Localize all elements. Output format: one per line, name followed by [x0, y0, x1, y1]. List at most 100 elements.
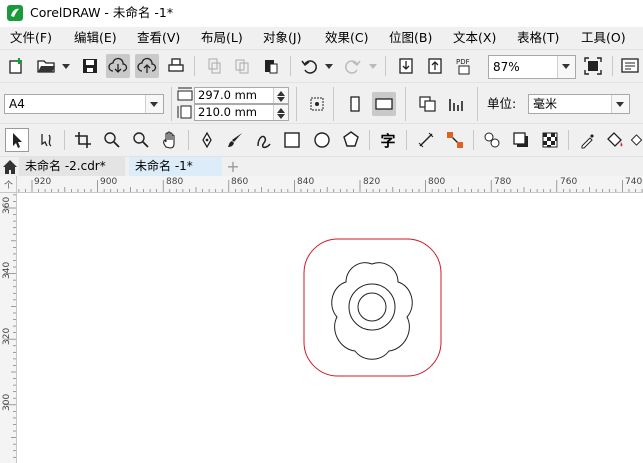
- separator: [568, 130, 569, 150]
- dimension-tool-icon[interactable]: [414, 128, 438, 152]
- tab-untitled-2[interactable]: 未命名 -2.cdr*: [19, 157, 125, 177]
- page-height-value: 210.0 mm: [198, 105, 257, 119]
- drawing-canvas[interactable]: [17, 193, 643, 463]
- all-pages-icon[interactable]: [416, 92, 440, 116]
- add-tab-icon[interactable]: +: [223, 158, 243, 176]
- transparency-tool-icon[interactable]: [538, 128, 562, 152]
- rounded-square-shape[interactable]: [303, 238, 442, 377]
- print-icon[interactable]: [164, 54, 188, 78]
- cloud-download-icon[interactable]: [106, 54, 130, 78]
- open-dropdown-icon[interactable]: [62, 64, 70, 69]
- open-folder-icon[interactable]: [34, 54, 58, 78]
- page-width-spinner[interactable]: [273, 88, 288, 103]
- page-width-field[interactable]: 297.0 mm: [194, 87, 289, 104]
- separator: [473, 130, 474, 150]
- menu-file[interactable]: 文件(F): [10, 29, 52, 47]
- shape-tool-icon[interactable]: [34, 128, 58, 152]
- pdf-export-icon[interactable]: PDF: [452, 54, 476, 78]
- text-tool-icon[interactable]: 字: [376, 128, 400, 152]
- freehand-tool-icon[interactable]: [252, 128, 276, 152]
- page-width-value: 297.0 mm: [198, 88, 257, 102]
- connector-tool-icon[interactable]: [443, 128, 467, 152]
- separator: [477, 87, 478, 121]
- pick-tool-icon[interactable]: [5, 128, 29, 152]
- menu-table[interactable]: 表格(T): [517, 29, 559, 47]
- menu-text[interactable]: 文本(X): [453, 29, 496, 47]
- polygon-tool-icon[interactable]: [339, 128, 363, 152]
- interactive-fill-tool-icon[interactable]: [603, 128, 627, 152]
- eyedropper-tool-icon[interactable]: [576, 128, 600, 152]
- menu-bitmaps[interactable]: 位图(B): [389, 29, 432, 47]
- menu-edit[interactable]: 编辑(E): [74, 29, 117, 47]
- separator: [385, 56, 386, 76]
- page-size-combo[interactable]: A4: [4, 94, 164, 114]
- blend-tool-icon[interactable]: [480, 128, 504, 152]
- units-label: 单位:: [487, 96, 517, 111]
- pan-tool-icon[interactable]: [158, 128, 182, 152]
- current-page-icon[interactable]: [445, 92, 469, 116]
- inner-ring-shape[interactable]: [357, 292, 387, 322]
- full-screen-icon[interactable]: [581, 54, 605, 78]
- zoom-dropdown-arrow[interactable]: [557, 56, 575, 78]
- ruler-label: 320: [2, 327, 12, 345]
- crop-tool-icon[interactable]: [71, 128, 95, 152]
- redo-dropdown-icon[interactable]: [369, 64, 377, 69]
- page-height-spinner[interactable]: [273, 105, 288, 120]
- tab-label: 未命名 -1*: [135, 159, 193, 173]
- ruler-label: 900: [100, 177, 118, 187]
- portrait-orientation-icon[interactable]: [343, 92, 367, 116]
- new-document-icon[interactable]: [4, 54, 28, 78]
- landscape-orientation-icon[interactable]: [372, 92, 396, 116]
- home-icon[interactable]: [1, 158, 19, 176]
- export-icon[interactable]: [423, 54, 447, 78]
- horizontal-ruler[interactable]: 920 900 880 860 840 820 800 780 760 740: [17, 176, 643, 193]
- ruler-label: 880: [166, 177, 184, 187]
- ruler-label: 340: [2, 261, 12, 279]
- import-icon[interactable]: [394, 54, 418, 78]
- property-bar: A4 297.0 mm 210.0 mm 单位: 毫米: [0, 82, 643, 124]
- cloud-upload-icon[interactable]: [135, 54, 159, 78]
- copy-icon[interactable]: [230, 54, 254, 78]
- page-size-dropdown-arrow[interactable]: [145, 95, 163, 113]
- menu-object[interactable]: 对象(J): [263, 29, 301, 47]
- redo-icon[interactable]: [341, 54, 365, 78]
- units-combo[interactable]: 毫米: [528, 94, 630, 114]
- menu-layout[interactable]: 布局(L): [201, 29, 243, 47]
- vertical-ruler[interactable]: 360 340 320 300: [0, 193, 17, 463]
- ruler-corner[interactable]: 个: [0, 176, 17, 193]
- window-title: CorelDRAW - 未命名 -1*: [30, 5, 174, 20]
- cut-icon[interactable]: [202, 54, 226, 78]
- zoom-tool-icon[interactable]: [100, 128, 124, 152]
- ruler-label: 780: [494, 177, 512, 187]
- tab-label: 未命名 -2.cdr*: [25, 159, 106, 173]
- tab-untitled-1[interactable]: 未命名 -1*: [129, 157, 222, 177]
- page-width-icon: [176, 86, 194, 102]
- menu-view[interactable]: 查看(V): [137, 29, 180, 47]
- menu-effects[interactable]: 效果(C): [325, 29, 368, 47]
- zoom-out-tool-icon[interactable]: [129, 128, 153, 152]
- artistic-media-tool-icon[interactable]: [223, 128, 247, 152]
- save-icon[interactable]: [78, 54, 102, 78]
- paste-icon[interactable]: [259, 54, 283, 78]
- transform-origin-icon[interactable]: [305, 92, 329, 116]
- flower-shape[interactable]: [331, 262, 413, 360]
- smart-fill-tool-icon[interactable]: [630, 128, 643, 152]
- application-launcher-icon[interactable]: [618, 54, 642, 78]
- units-dropdown-arrow[interactable]: [611, 95, 629, 113]
- menu-tools[interactable]: 工具(O): [581, 29, 626, 47]
- ellipse-tool-icon[interactable]: [310, 128, 334, 152]
- units-value: 毫米: [533, 97, 558, 111]
- undo-icon[interactable]: [297, 54, 321, 78]
- drop-shadow-tool-icon[interactable]: [509, 128, 533, 152]
- ruler-label: 360: [2, 196, 12, 214]
- outer-ring-shape[interactable]: [348, 283, 396, 331]
- rectangle-tool-icon[interactable]: [280, 128, 304, 152]
- pen-tool-icon[interactable]: [195, 128, 219, 152]
- page-height-field[interactable]: 210.0 mm: [194, 104, 289, 121]
- zoom-level-combo[interactable]: 87%: [488, 55, 576, 79]
- separator: [333, 87, 334, 121]
- page-height-icon: [176, 104, 194, 120]
- drawing-canvas-svg: [303, 238, 442, 377]
- ruler-label: 920: [34, 177, 52, 187]
- undo-dropdown-icon[interactable]: [325, 64, 333, 69]
